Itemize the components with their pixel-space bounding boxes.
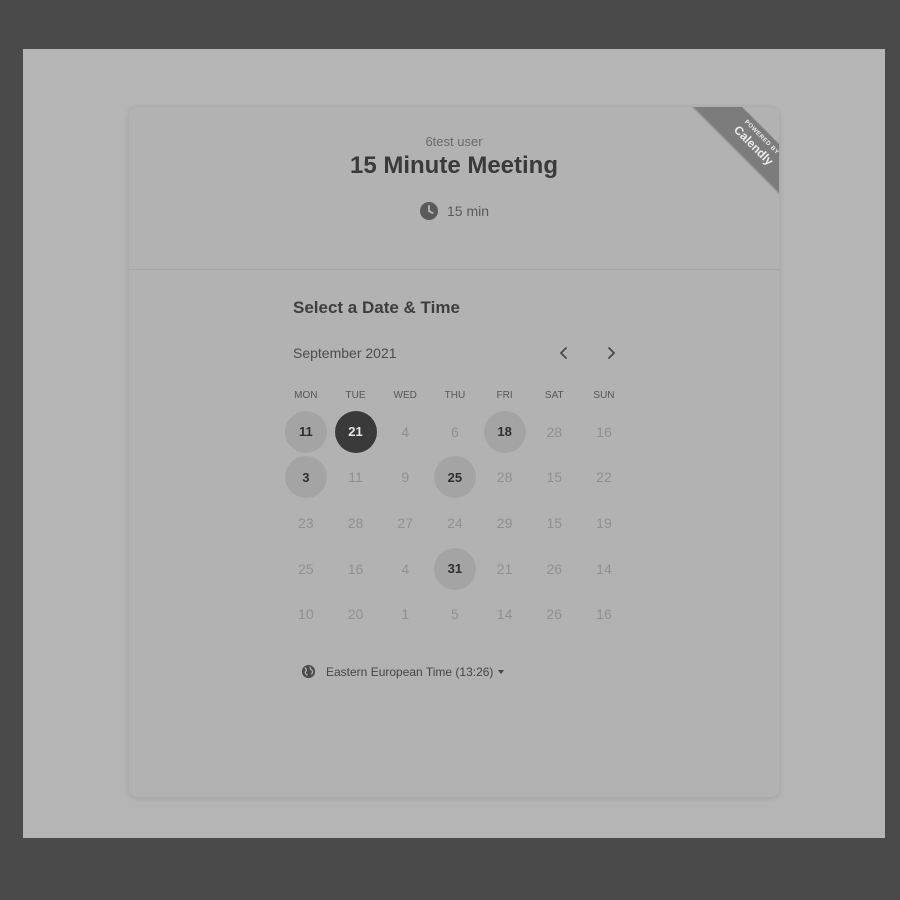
day-cell: 28 xyxy=(480,455,530,501)
unavailable-day: 28 xyxy=(347,514,364,531)
unavailable-day: 9 xyxy=(401,469,410,486)
selected-day-button[interactable]: 21 xyxy=(334,410,377,453)
day-cell: 26 xyxy=(529,591,579,637)
day-cell: 10 xyxy=(281,591,331,637)
unavailable-day: 4 xyxy=(401,423,410,440)
available-day-button[interactable]: 11 xyxy=(284,410,327,453)
select-date-heading: Select a Date & Time xyxy=(293,298,460,317)
unavailable-day: 22 xyxy=(596,469,612,486)
day-cell: 9 xyxy=(380,455,430,501)
day-cell: 21 xyxy=(331,409,381,455)
day-cell: 4 xyxy=(380,409,430,455)
timezone-label: Eastern European Time (13:26) xyxy=(326,664,494,679)
available-day-button[interactable]: 25 xyxy=(433,456,476,499)
booking-card: 6test user 15 Minute Meeting 15 min POWE… xyxy=(129,107,779,797)
day-cell: 31 xyxy=(430,546,480,592)
unavailable-day: 16 xyxy=(596,606,612,623)
caret-down-icon xyxy=(498,670,505,674)
day-cell: 22 xyxy=(579,455,629,501)
day-cell: 11 xyxy=(331,455,381,501)
day-cell: 27 xyxy=(380,500,430,546)
available-day-button[interactable]: 18 xyxy=(483,410,526,453)
screen-overlay: 6test user 15 Minute Meeting 15 min POWE… xyxy=(23,49,885,838)
unavailable-day: 26 xyxy=(546,606,563,623)
day-cell: 5 xyxy=(430,591,480,637)
day-cell: 25 xyxy=(281,546,331,592)
weekday-header: MON TUE WED THU FRI SAT SUN xyxy=(281,390,629,401)
day-cell: 6 xyxy=(430,409,480,455)
clock-icon xyxy=(419,201,439,221)
day-cell: 24 xyxy=(430,500,480,546)
available-day-button[interactable]: 3 xyxy=(284,456,327,499)
calendar-grid: 11 21 4 6 18 28 16 3 11 9 25 28 15 22 23 28 27 24 29 15 19 25… xyxy=(281,409,629,637)
unavailable-day: 16 xyxy=(347,560,364,577)
calendly-logo-text: Calendly xyxy=(730,122,777,169)
duration-label: 15 min xyxy=(446,203,490,219)
unavailable-day: 28 xyxy=(496,469,513,486)
unavailable-day: 14 xyxy=(496,606,513,623)
day-cell: 15 xyxy=(529,455,579,501)
weekday-label: FRI xyxy=(496,390,513,401)
unavailable-day: 16 xyxy=(596,423,612,440)
day-cell: 1 xyxy=(380,591,430,637)
unavailable-day: 28 xyxy=(546,423,563,440)
next-month-button[interactable] xyxy=(601,345,621,365)
month-navigation: September 2021 xyxy=(293,345,633,365)
day-cell: 23 xyxy=(281,500,331,546)
timezone-selector[interactable]: Eastern European Time (13:26) xyxy=(301,664,505,679)
unavailable-day: 5 xyxy=(451,606,459,623)
day-cell: 14 xyxy=(579,546,629,592)
unavailable-day: 10 xyxy=(298,606,314,623)
day-cell: 16 xyxy=(579,591,629,637)
event-duration: 15 min xyxy=(129,201,779,221)
day-cell: 16 xyxy=(579,409,629,455)
day-cell: 16 xyxy=(331,546,381,592)
day-cell: 21 xyxy=(480,546,530,592)
day-cell: 25 xyxy=(430,455,480,501)
powered-by-ribbon[interactable]: POWERED BY Calendly xyxy=(686,107,779,199)
unavailable-day: 11 xyxy=(348,469,363,486)
day-cell: 18 xyxy=(480,409,530,455)
day-cell: 29 xyxy=(480,500,530,546)
globe-icon xyxy=(301,664,316,679)
unavailable-day: 29 xyxy=(496,514,513,531)
event-header: 6test user 15 Minute Meeting 15 min POWE… xyxy=(129,107,779,270)
day-cell: 14 xyxy=(480,591,530,637)
day-cell: 28 xyxy=(331,500,381,546)
day-cell: 11 xyxy=(281,409,331,455)
powered-by-badge[interactable]: POWERED BY Calendly xyxy=(675,107,779,199)
day-cell: 20 xyxy=(331,591,381,637)
unavailable-day: 23 xyxy=(298,514,314,531)
day-cell: 19 xyxy=(579,500,629,546)
day-cell: 4 xyxy=(380,546,430,592)
unavailable-day: 27 xyxy=(397,514,413,531)
unavailable-day: 4 xyxy=(401,560,410,577)
unavailable-day: 1 xyxy=(401,606,410,623)
unavailable-day: 15 xyxy=(546,469,563,486)
day-cell: 3 xyxy=(281,455,331,501)
chevron-left-icon xyxy=(559,346,569,364)
unavailable-day: 19 xyxy=(596,514,612,531)
weekday-label: WED xyxy=(393,390,417,401)
weekday-label: TUE xyxy=(345,390,366,401)
available-day-button[interactable]: 31 xyxy=(433,547,476,590)
weekday-label: MON xyxy=(294,390,318,401)
month-label: September 2021 xyxy=(293,345,397,361)
weekday-label: THU xyxy=(444,390,466,401)
day-cell: 26 xyxy=(529,546,579,592)
unavailable-day: 24 xyxy=(447,514,463,531)
day-cell: 28 xyxy=(529,409,579,455)
prev-month-button[interactable] xyxy=(554,345,574,365)
unavailable-day: 26 xyxy=(546,560,563,577)
unavailable-day: 25 xyxy=(298,560,314,577)
unavailable-day: 15 xyxy=(546,514,563,531)
unavailable-day: 14 xyxy=(596,560,612,577)
weekday-label: SAT xyxy=(544,390,564,401)
weekday-label: SUN xyxy=(593,390,615,401)
unavailable-day: 20 xyxy=(347,606,364,623)
unavailable-day: 6 xyxy=(451,423,459,440)
day-cell: 15 xyxy=(529,500,579,546)
unavailable-day: 21 xyxy=(496,560,513,577)
chevron-right-icon xyxy=(606,346,616,364)
